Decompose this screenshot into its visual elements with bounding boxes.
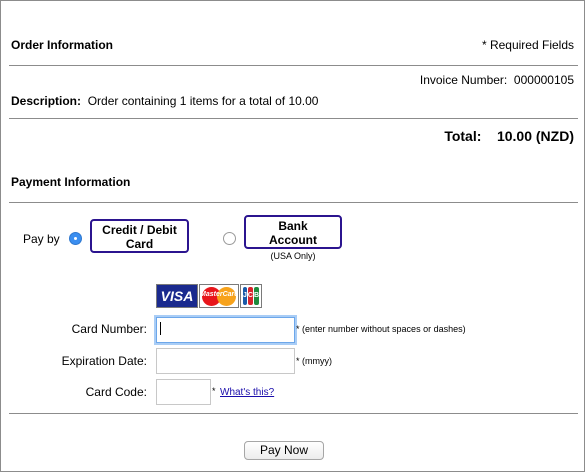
invoice-value: 000000105 [513,73,574,87]
text-caret [160,322,161,335]
card-number-hint: * (enter number without spaces or dashes… [296,324,466,334]
visa-logo: VISA [156,284,198,308]
pay-now-button[interactable]: Pay Now [244,441,324,460]
credit-card-radio[interactable] [69,232,82,245]
bank-account-radio[interactable] [223,232,236,245]
payment-info-title: Payment Information [11,175,131,189]
invoice-label: Invoice Number: [419,73,508,87]
description-value: Order containing 1 items for a total of … [87,94,319,108]
bank-account-label-line2: Account [269,233,317,247]
credit-card-label-line2: Card [125,237,154,251]
divider [9,413,578,414]
order-info-title: Order Information [11,38,114,52]
bank-account-note: (USA Only) [270,251,316,261]
expiration-date-label: Expiration Date: [61,354,147,368]
payment-form: Order Information * Required Fields Invo… [0,0,585,472]
divider [9,202,578,203]
pay-by-label: Pay by [23,232,60,246]
card-code-asterisk: * [212,386,216,396]
card-code-label: Card Code: [85,385,147,399]
bank-account-option-button[interactable]: Bank Account [244,215,342,249]
invoice-number: Invoice Number: 000000105 [420,73,574,87]
jcb-logo: JCB [240,284,262,308]
card-number-label: Card Number: [71,322,147,336]
required-fields-note: * Required Fields [481,38,574,52]
whats-this-link[interactable]: What's this? [220,387,274,398]
mastercard-logo-text: MasterCard [200,291,239,298]
total-label: Total: [444,128,482,144]
description: Description: Order containing 1 items fo… [11,94,318,108]
credit-card-label-line1: Credit / Debit [102,223,177,237]
divider [9,65,578,66]
bank-account-label-line1: Bank [278,219,308,233]
total-value: 10.00 (NZD) [496,128,574,144]
description-label: Description: [11,94,82,108]
order-total: Total: 10.00 (NZD) [444,128,574,144]
expiration-date-hint: * (mmyy) [296,356,332,366]
expiration-date-input[interactable] [156,348,295,374]
card-number-input[interactable] [156,317,295,343]
credit-card-option-button[interactable]: Credit / Debit Card [90,219,189,253]
divider [9,118,578,119]
card-code-input[interactable] [156,379,211,405]
mastercard-logo: MasterCard [199,284,239,308]
